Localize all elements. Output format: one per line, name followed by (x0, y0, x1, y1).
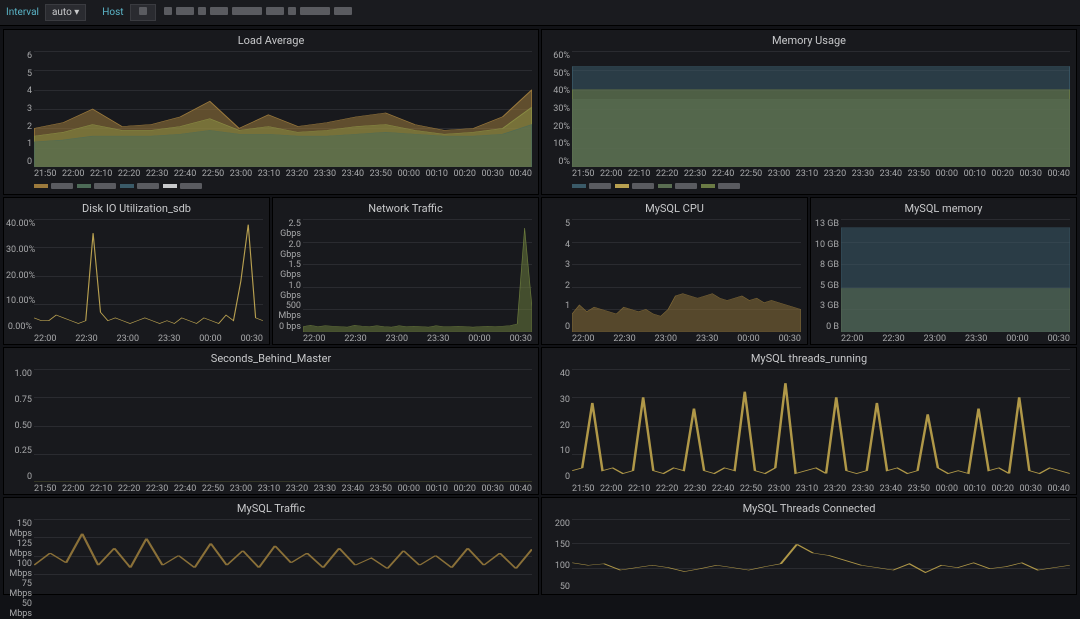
top-bar: Interval auto ▾ Host (0, 0, 1080, 26)
panel-mysql-threads-connected[interactable]: MySQL Threads Connected 20015010050 (541, 497, 1077, 595)
host-label: Host (102, 7, 123, 18)
panel-seconds-behind-master[interactable]: Seconds_Behind_Master 1.000.750.500.250 … (3, 347, 539, 495)
panel-title: MySQL CPU (542, 198, 807, 217)
panel-mysql-traffic[interactable]: MySQL Traffic 150 Mbps125 Mbps100 Mbps75… (3, 497, 539, 595)
plot: 403020100 21:5022:0022:1022:2022:3022:40… (572, 369, 1070, 482)
panel-network-traffic[interactable]: Network Traffic 2.5 Gbps2.0 Gbps1.5 Gbps… (272, 197, 539, 345)
dashboard-grid: Load Average 6543210 21:5022:0022:1022:2… (0, 26, 1080, 598)
panel-disk-io[interactable]: Disk IO Utilization_sdb 40.00%30.00%20.0… (3, 197, 270, 345)
panel-load-average[interactable]: Load Average 6543210 21:5022:0022:1022:2… (3, 29, 539, 195)
panel-title: Load Average (4, 30, 538, 49)
plot: 1.000.750.500.250 21:5022:0022:1022:2022… (34, 369, 532, 482)
panel-title: MySQL threads_running (542, 348, 1076, 367)
panel-title: MySQL Threads Connected (542, 498, 1076, 517)
legend (4, 179, 538, 194)
panel-title: MySQL Traffic (4, 498, 538, 517)
host-crumbs (162, 7, 354, 18)
panel-title: Memory Usage (542, 30, 1076, 49)
plot: 2.5 Gbps2.0 Gbps1.5 Gbps1.0 Gbps500 Mbps… (303, 219, 532, 332)
plot: 13 GB10 GB8 GB5 GB3 GB0 B 22:0022:3023:0… (841, 219, 1070, 332)
panel-mysql-threads-running[interactable]: MySQL threads_running 403020100 21:5022:… (541, 347, 1077, 495)
panel-title: MySQL memory (811, 198, 1076, 217)
legend (542, 179, 1076, 194)
plot: 20015010050 (572, 519, 1070, 592)
panel-mysql-cpu[interactable]: MySQL CPU 543210 22:0022:3023:0023:3000:… (541, 197, 808, 345)
plot: 543210 22:0022:3023:0023:3000:0000:30 (572, 219, 801, 332)
panel-title: Disk IO Utilization_sdb (4, 198, 269, 217)
plot: 150 Mbps125 Mbps100 Mbps75 Mbps50 Mbps (34, 519, 532, 592)
plot: 60%50%40%30%20%10%0% 21:5022:0022:1022:2… (572, 51, 1070, 167)
plot: 40.00%30.00%20.00%10.00%0.00% 22:0022:30… (34, 219, 263, 332)
interval-select[interactable]: auto ▾ (45, 4, 86, 21)
interval-label: Interval (6, 7, 39, 18)
panel-title: Network Traffic (273, 198, 538, 217)
panel-title: Seconds_Behind_Master (4, 348, 538, 367)
panel-memory-usage[interactable]: Memory Usage 60%50%40%30%20%10%0% 21:502… (541, 29, 1077, 195)
plot: 6543210 21:5022:0022:1022:2022:3022:4022… (34, 51, 532, 167)
panel-mysql-memory[interactable]: MySQL memory 13 GB10 GB8 GB5 GB3 GB0 B 2… (810, 197, 1077, 345)
host-select[interactable] (130, 4, 156, 21)
